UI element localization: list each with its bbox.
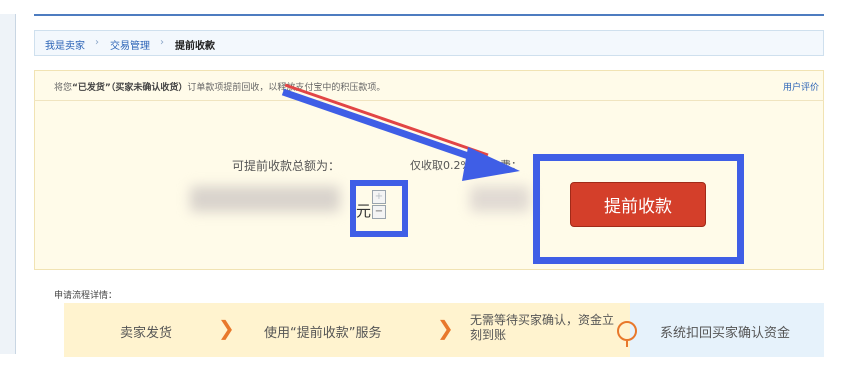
process-step-3: 无需等待买家确认，资金立刻到账: [470, 313, 615, 342]
notice-prefix: 将您: [54, 83, 73, 93]
monitor-icon-stand: [626, 341, 628, 347]
fee-value-blurred: [470, 186, 530, 212]
left-frame-border: [15, 14, 16, 354]
top-rule: [34, 14, 824, 16]
monitor-icon: [617, 321, 637, 341]
notice-text: 将您“已发货”（买家未确认收货）订单款项提前回收，以释放支付宝中的积压款项。: [54, 80, 385, 93]
process-step-4: 系统扣回买家确认资金: [660, 326, 791, 341]
notice-suffix: 订单款项提前回收，以释放支付宝中的积压款项。: [187, 83, 386, 93]
button-highlight-box: [533, 154, 744, 264]
fee-tail: 费：: [500, 159, 522, 172]
chevron-right-icon: ❯: [218, 316, 235, 340]
amount-value-blurred: [190, 186, 340, 212]
breadcrumb-item-current: 提前收款: [175, 41, 215, 52]
amount-label: 可提前收款总额为：: [232, 159, 341, 173]
chevron-right-icon: ❯: [437, 316, 454, 340]
fee-note: 仅收取0.2%: [410, 159, 471, 172]
breadcrumb-separator: ›: [95, 37, 99, 48]
breadcrumb-item-trade[interactable]: 交易管理: [110, 37, 150, 52]
breadcrumb: 我是卖家 › 交易管理 › 提前收款: [34, 30, 824, 56]
panel-divider: [34, 100, 824, 101]
user-rating-link[interactable]: 用户评价: [783, 80, 819, 93]
process-step-1: 卖家发货: [120, 326, 173, 341]
breadcrumb-separator: ›: [160, 37, 164, 48]
stepper-highlight-box: [350, 180, 408, 237]
breadcrumb-item-seller[interactable]: 我是卖家: [45, 37, 85, 52]
notice-bold: “已发货”（买家未确认收货）: [72, 83, 188, 93]
left-frame: [0, 14, 16, 354]
process-step-2: 使用“提前收款”服务: [264, 326, 382, 341]
process-title: 申请流程详情：: [54, 291, 118, 301]
